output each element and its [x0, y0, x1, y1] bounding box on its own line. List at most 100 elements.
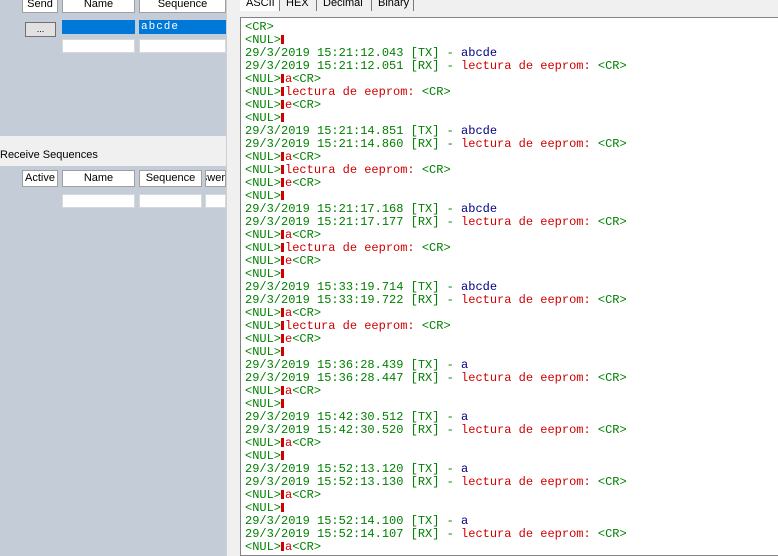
send-empty-sequence-cell[interactable]: [139, 39, 226, 53]
null-marker-icon: [281, 386, 285, 395]
null-marker-icon: [281, 165, 285, 174]
terminal-segment: <NUL>: [245, 163, 282, 177]
terminal-segment: <CR>: [292, 176, 322, 190]
terminal-segment: <NUL>: [245, 189, 282, 203]
send-row-sequence-cell[interactable]: abcde: [139, 20, 226, 34]
terminal-segment: abcde: [461, 202, 498, 216]
null-marker-icon: [281, 503, 285, 512]
col-header-sequence[interactable]: Sequence: [139, 0, 226, 13]
terminal-segment: a: [461, 514, 469, 528]
col-header-name[interactable]: Name: [62, 0, 135, 13]
terminal-segment: lectura de eeprom:: [461, 215, 598, 229]
null-marker-icon: [281, 438, 285, 447]
terminal-segment: <NUL>: [245, 228, 282, 242]
null-marker-icon: [281, 35, 285, 44]
tab-ascii[interactable]: ASCII: [240, 0, 280, 11]
terminal-segment: <CR>: [597, 293, 627, 307]
terminal-segment: <CR>: [292, 384, 322, 398]
null-marker-icon: [281, 191, 285, 200]
terminal-segment: <CR>: [597, 371, 627, 385]
tab-binary[interactable]: Binary: [372, 0, 414, 11]
terminal-segment: lectura de eeprom:: [285, 163, 422, 177]
terminal-segment: <CR>: [597, 215, 627, 229]
tab-hex[interactable]: HEX: [280, 0, 317, 11]
terminal-segment: 29/3/2019 15:52:13.130 [RX] -: [245, 475, 462, 489]
send-empty-name-cell[interactable]: [62, 39, 135, 53]
terminal-segment: <NUL>: [245, 85, 282, 99]
terminal-segment: <NUL>: [245, 319, 282, 333]
terminal-segment: <NUL>: [245, 176, 282, 190]
null-marker-icon: [281, 100, 285, 109]
col-header-send[interactable]: Send: [22, 0, 58, 13]
send-row-name-cell[interactable]: [62, 20, 135, 34]
terminal-segment: <NUL>: [245, 397, 282, 411]
terminal-segment: lectura de eeprom:: [461, 527, 598, 541]
terminal-segment: lectura de eeprom:: [461, 293, 598, 307]
terminal-segment: <CR>: [421, 163, 451, 177]
terminal-segment: <CR>: [292, 436, 322, 450]
terminal-segment: <CR>: [292, 254, 322, 268]
terminal-segment: <CR>: [292, 98, 322, 112]
col-header-recv-name[interactable]: Name: [62, 170, 135, 187]
send-sequences-grid[interactable]: Send Name Sequence ... abcde: [0, 0, 226, 136]
terminal-segment: <CR>: [292, 488, 322, 502]
terminal-segment: <NUL>: [245, 436, 282, 450]
null-marker-icon: [281, 399, 285, 408]
terminal-segment: <NUL>: [245, 98, 282, 112]
terminal-segment: 29/3/2019 15:52:14.107 [RX] -: [245, 527, 462, 541]
terminal-segment: <NUL>: [245, 540, 282, 554]
terminal-segment: <CR>: [292, 540, 322, 554]
vertical-splitter[interactable]: [226, 0, 240, 556]
terminal-segment: 29/3/2019 15:21:12.043 [TX] -: [245, 46, 462, 60]
terminal-segment: a: [461, 410, 469, 424]
terminal-segment: a: [461, 358, 469, 372]
terminal-segment: <CR>: [292, 332, 322, 346]
terminal-segment: <CR>: [597, 59, 627, 73]
receive-sequences-title: Receive Sequences: [0, 149, 98, 161]
terminal-segment: <NUL>: [245, 111, 282, 125]
terminal-segment: 29/3/2019 15:42:30.512 [TX] -: [245, 410, 462, 424]
terminal-segment: <NUL>: [245, 384, 282, 398]
terminal-segment: <NUL>: [245, 241, 282, 255]
terminal-segment: lectura de eeprom:: [461, 423, 598, 437]
col-header-active[interactable]: Active: [22, 170, 58, 187]
terminal-segment: <NUL>: [245, 306, 282, 320]
null-marker-icon: [281, 451, 285, 460]
recv-empty-answer-cell[interactable]: [205, 194, 226, 208]
recv-empty-sequence-cell[interactable]: [139, 194, 202, 208]
terminal-segment: lectura de eeprom:: [461, 475, 598, 489]
null-marker-icon: [281, 230, 285, 239]
terminal-segment: 29/3/2019 15:36:28.439 [TX] -: [245, 358, 462, 372]
null-marker-icon: [281, 347, 285, 356]
terminal-segment: <NUL>: [245, 254, 282, 268]
send-button[interactable]: ...: [25, 22, 56, 37]
terminal-segment: <CR>: [245, 20, 274, 34]
null-marker-icon: [281, 113, 285, 122]
terminal-segment: abcde: [461, 280, 498, 294]
recv-empty-name-cell[interactable]: [62, 194, 135, 208]
null-marker-icon: [281, 87, 285, 96]
null-marker-icon: [281, 269, 285, 278]
terminal-segment: <CR>: [292, 72, 322, 86]
terminal-segment: 29/3/2019 15:52:14.100 [TX] -: [245, 514, 462, 528]
terminal-output[interactable]: <CR> <NUL> 29/3/2019 15:21:12.043 [TX] - a…: [240, 17, 778, 556]
terminal-segment: 29/3/2019 15:33:19.714 [TX] -: [245, 280, 462, 294]
col-header-recv-sequence[interactable]: Sequence: [139, 170, 202, 187]
receive-sequences-grid[interactable]: Active Name Sequence Answer: [0, 166, 226, 556]
terminal-segment: lectura de eeprom:: [285, 241, 422, 255]
null-marker-icon: [281, 542, 285, 551]
null-marker-icon: [281, 334, 285, 343]
terminal-segment: 29/3/2019 15:36:28.447 [RX] -: [245, 371, 462, 385]
terminal-segment: <NUL>: [245, 72, 282, 86]
col-header-answer[interactable]: Answer: [205, 170, 226, 187]
terminal-segment: 29/3/2019 15:52:13.120 [TX] -: [245, 462, 462, 476]
terminal-segment: <CR>: [421, 319, 451, 333]
terminal-segment: <CR>: [597, 527, 627, 541]
terminal-segment: <NUL>: [245, 150, 282, 164]
terminal-segment: 29/3/2019 15:21:12.051 [RX] -: [245, 59, 462, 73]
panel-divider[interactable]: [0, 136, 232, 144]
terminal-segment: <CR>: [597, 137, 627, 151]
tab-decimal[interactable]: Decimal: [317, 0, 372, 11]
terminal-segment: <NUL>: [245, 33, 282, 47]
terminal-segment: 29/3/2019 15:21:14.860 [RX] -: [245, 137, 462, 151]
